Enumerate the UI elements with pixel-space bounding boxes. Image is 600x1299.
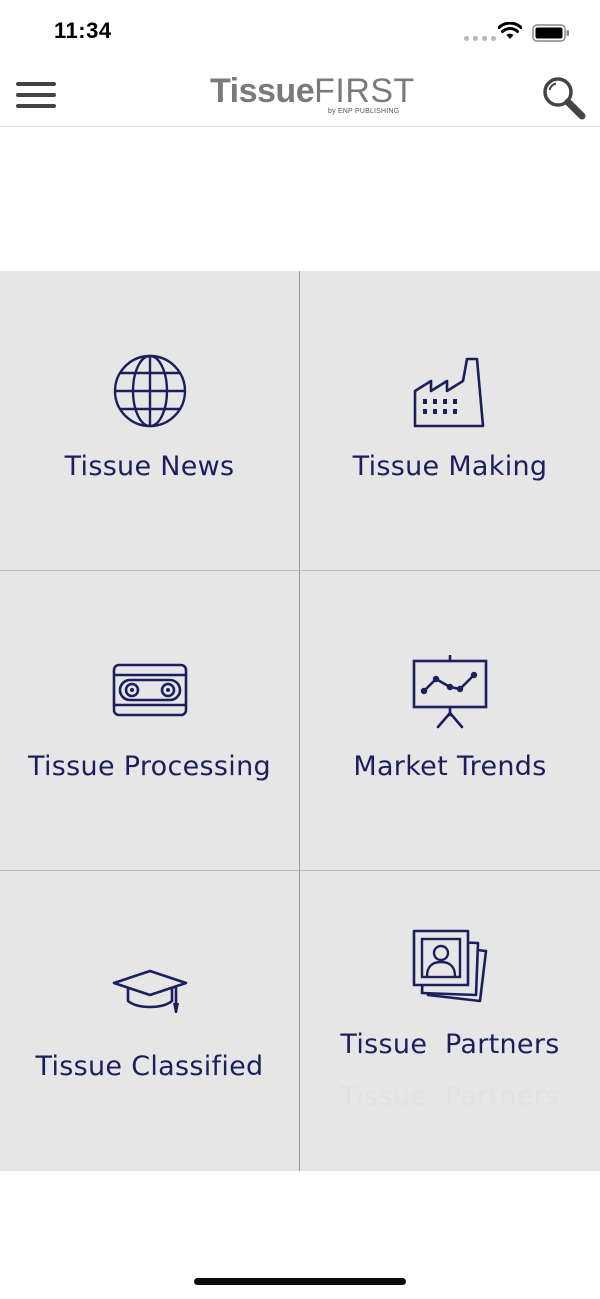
tile-label: Tissue Classified: [35, 1051, 264, 1082]
battery-icon: [532, 24, 569, 42]
status-time: 11:34: [54, 18, 112, 43]
tile-tissue-classified[interactable]: Tissue Classified: [0, 871, 300, 1171]
category-grid: Tissue News Tissue Making Tissue Process…: [0, 271, 600, 1171]
globe-icon: [113, 354, 186, 428]
status-bar: 11:34: [0, 0, 600, 64]
factory-icon: [413, 357, 485, 428]
logo-bold-text: Tissue: [210, 72, 315, 110]
tile-label: Tissue Partners: [340, 1029, 560, 1060]
home-indicator[interactable]: [194, 1278, 406, 1285]
hamburger-menu-icon[interactable]: [16, 80, 56, 110]
tile-label: Market Trends: [353, 751, 547, 782]
app-header: TissueFIRST by ENP PUBLISHING: [0, 64, 600, 127]
logo-light-text: FIRST: [314, 72, 415, 110]
tile-label: Tissue Making: [352, 451, 548, 482]
logo-subtitle: by ENP PUBLISHING: [328, 108, 400, 115]
graduation-cap-icon: [112, 969, 187, 1013]
tissuefirst-logo: TissueFIRST by ENP PUBLISHING: [210, 72, 414, 122]
photo-stack-icon: [412, 929, 488, 1003]
tile-market-trends[interactable]: Market Trends: [300, 571, 600, 871]
tile-tissue-partners[interactable]: Tissue Partners Tissue Partners: [300, 871, 600, 1171]
tile-tissue-news[interactable]: Tissue News: [0, 271, 300, 571]
tile-tissue-making[interactable]: Tissue Making: [300, 271, 600, 571]
tile-tissue-processing[interactable]: Tissue Processing: [0, 571, 300, 871]
signal-dots-icon: [464, 36, 496, 41]
magnifier-icon[interactable]: [540, 74, 586, 120]
presentation-chart-icon: [412, 655, 488, 729]
home-screen: 11:34 TissueFIRST by ENP PUBLISHING Tiss…: [0, 0, 600, 1299]
wifi-icon: [498, 22, 522, 39]
tile-label: Tissue Processing: [28, 751, 271, 782]
logo-wordmark: TissueFIRST: [210, 72, 415, 110]
tile-label: Tissue News: [64, 451, 235, 482]
cassette-icon: [112, 663, 187, 717]
tile-label-ghost: Tissue Partners: [340, 1081, 560, 1112]
